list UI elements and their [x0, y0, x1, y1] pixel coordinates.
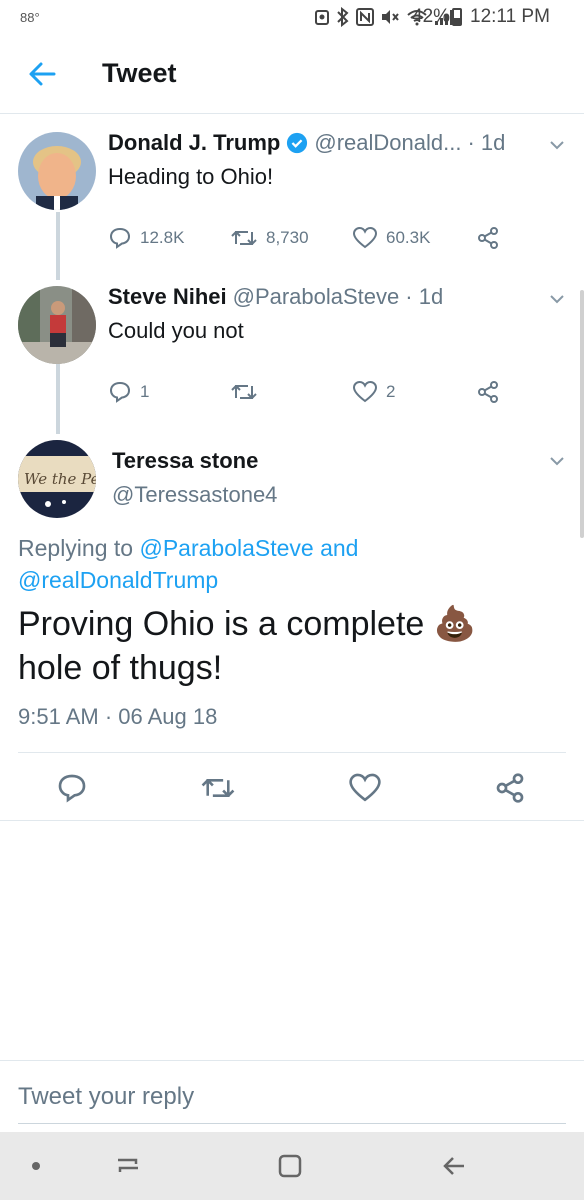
- retweet-count: 8,730: [266, 228, 309, 247]
- reply-button[interactable]: 12.8K: [108, 226, 230, 250]
- share-button[interactable]: [494, 772, 526, 809]
- replying-to: Replying to @ParabolaSteve and @realDona…: [18, 532, 458, 596]
- retweet-button[interactable]: 8,730: [230, 226, 352, 250]
- dot-icon: [32, 1162, 40, 1170]
- reply-bar: Tweet your reply: [0, 1060, 584, 1132]
- replying-prefix: Replying to: [18, 535, 140, 561]
- clock: 12:11 PM: [470, 6, 550, 27]
- scrollbar[interactable]: [580, 290, 584, 538]
- battery-percent: 42%: [412, 6, 451, 27]
- tweet-header: Steve Nihei @ParabolaSteve · 1d: [108, 284, 443, 310]
- back-button[interactable]: [24, 54, 64, 94]
- home-icon: [278, 1154, 302, 1178]
- divider: [18, 752, 566, 753]
- app-header: Tweet: [0, 36, 584, 114]
- mute-icon: [380, 8, 400, 31]
- tweet-text: Could you not: [108, 318, 244, 343]
- heart-icon: [352, 380, 378, 403]
- recent-apps-icon: [118, 1158, 138, 1172]
- back-arrow-icon: [29, 62, 56, 86]
- recent-apps-button[interactable]: [112, 1150, 144, 1182]
- like-count: 60.3K: [386, 228, 431, 247]
- retweet-icon: [231, 231, 257, 245]
- heart-icon: [349, 773, 381, 802]
- tweet-actions: 12.8K 8,730 60.3K: [108, 226, 500, 250]
- reply-underline: [18, 1123, 566, 1124]
- bluetooth-icon: [336, 6, 350, 32]
- share-button[interactable]: [476, 226, 500, 250]
- tweet-header: Donald J. Trump @realDonald... · 1d: [108, 130, 505, 156]
- username[interactable]: @ParabolaSteve: [233, 284, 400, 310]
- like-count: 2: [386, 382, 396, 401]
- tweet-time: · 1d: [467, 130, 506, 155]
- verified-badge-icon: [287, 132, 308, 154]
- tweet-item[interactable]: Donald J. Trump @realDonald... · 1d Head…: [0, 114, 584, 274]
- mention-link[interactable]: @realDonaldTrump: [18, 567, 218, 593]
- tweet-text: Heading to Ohio!: [108, 164, 274, 189]
- mention-link[interactable]: @ParabolaSteve: [139, 535, 313, 561]
- system-navigation-bar: [0, 1132, 584, 1200]
- avatar[interactable]: [18, 132, 96, 210]
- divider: [0, 820, 584, 821]
- display-name[interactable]: Steve Nihei: [108, 284, 227, 310]
- focused-tweet-actions: [0, 766, 584, 810]
- reply-icon: [58, 774, 86, 803]
- heart-icon: [352, 226, 378, 249]
- reply-button[interactable]: [56, 772, 88, 809]
- retweet-icon: [201, 779, 235, 797]
- display-name[interactable]: Teressa stone: [112, 448, 258, 474]
- home-button[interactable]: [274, 1150, 306, 1182]
- avatar[interactable]: We the People: [18, 440, 96, 518]
- share-button[interactable]: [476, 380, 500, 404]
- reply-icon: [109, 227, 131, 249]
- display-name[interactable]: Donald J. Trump: [108, 130, 280, 156]
- like-button[interactable]: 2: [352, 380, 476, 404]
- share-icon: [478, 227, 498, 249]
- page-title: Tweet: [102, 58, 177, 88]
- back-nav-icon: [443, 1157, 464, 1175]
- svg-text:We the People: We the People: [24, 470, 96, 488]
- back-nav-button[interactable]: [438, 1150, 470, 1182]
- reply-button[interactable]: 1: [108, 380, 230, 404]
- replying-and: and: [313, 535, 359, 561]
- chevron-down-icon[interactable]: [548, 290, 566, 308]
- chevron-down-icon[interactable]: [548, 136, 566, 154]
- notification-icon: [314, 8, 330, 31]
- tweet-actions: 1 2: [108, 380, 500, 404]
- share-icon: [478, 381, 498, 403]
- tweet-item[interactable]: Steve Nihei @ParabolaSteve · 1d Could yo…: [0, 268, 584, 428]
- chevron-down-icon[interactable]: [548, 452, 566, 470]
- retweet-icon: [231, 385, 257, 399]
- tweet-timestamp: 9:51 AM · 06 Aug 18: [18, 704, 218, 729]
- battery-icon: [452, 8, 462, 26]
- reply-input[interactable]: Tweet your reply: [18, 1083, 194, 1111]
- share-icon: [496, 773, 524, 803]
- avatar[interactable]: [18, 286, 96, 364]
- nfc-icon: [356, 8, 374, 31]
- reply-count: 1: [140, 382, 150, 401]
- username[interactable]: @realDonald...: [314, 130, 461, 156]
- tweet-time: · 1d: [405, 284, 444, 309]
- retweet-button[interactable]: [230, 380, 352, 404]
- retweet-button[interactable]: [200, 772, 236, 809]
- username[interactable]: @Teressastone4: [112, 482, 277, 508]
- temperature-indicator: 88°: [20, 10, 40, 25]
- like-button[interactable]: 60.3K: [352, 226, 476, 250]
- focused-tweet-text: Proving Ohio is a complete 💩 hole of thu…: [18, 605, 477, 687]
- nav-dot-button[interactable]: [20, 1150, 52, 1182]
- status-bar: 88° 42% 12:11 PM: [0, 0, 584, 36]
- reply-icon: [109, 381, 131, 403]
- reply-count: 12.8K: [140, 228, 185, 247]
- like-button[interactable]: [348, 772, 382, 809]
